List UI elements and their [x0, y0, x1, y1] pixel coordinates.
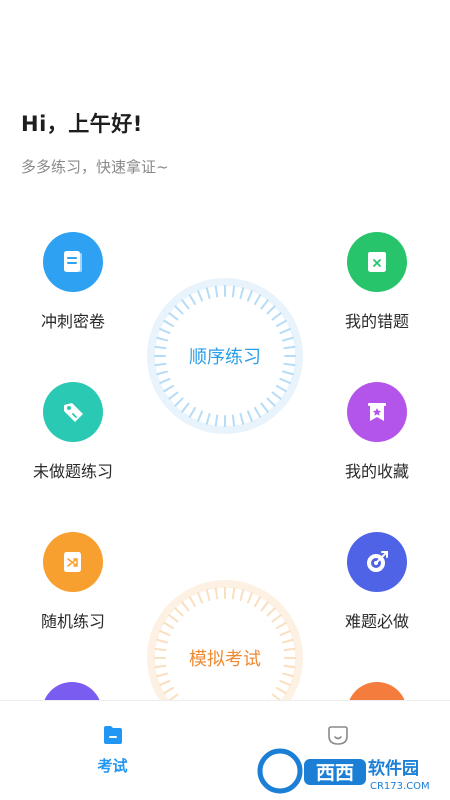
undone-practice-button[interactable]: 未做题练习: [18, 382, 128, 482]
greeting-subtitle: 多多练习，快速拿证~: [21, 158, 169, 176]
random-practice-label: 随机练习: [40, 612, 105, 631]
undone-practice-label: 未做题练习: [32, 462, 113, 481]
wrong-book-icon: [347, 232, 407, 292]
sequential-practice-label: 顺序练习: [189, 347, 261, 368]
sprint-paper-label: 冲刺密卷: [40, 312, 105, 331]
svg-text:CR173.COM: CR173.COM: [370, 781, 430, 792]
target-icon: [347, 532, 407, 592]
watermark-logo: 西西 软件园 CR173.COM: [256, 743, 450, 800]
folder-icon: [103, 726, 122, 744]
tab-exam-label: 考试: [97, 757, 128, 775]
wrong-questions-button[interactable]: 我的错题: [322, 232, 432, 332]
greeting-title: Hi，上午好!: [21, 112, 143, 136]
svg-text:西西: 西西: [316, 762, 354, 784]
svg-text:软件园: 软件园: [368, 758, 419, 779]
sequential-practice-button[interactable]: 顺序练习: [147, 278, 303, 434]
sprint-paper-button[interactable]: 冲刺密卷: [18, 232, 128, 332]
random-practice-button[interactable]: 随机练习: [18, 532, 128, 632]
shuffle-icon: [43, 532, 103, 592]
tab-exam[interactable]: 考试: [0, 701, 225, 800]
tag-icon: [43, 382, 103, 442]
favorites-button[interactable]: 我的收藏: [322, 382, 432, 482]
mock-exam-label: 模拟考试: [189, 649, 261, 670]
hard-questions-label: 难题必做: [344, 612, 409, 631]
favorites-label: 我的收藏: [344, 462, 409, 481]
hard-questions-button[interactable]: 难题必做: [322, 532, 432, 632]
wrong-questions-label: 我的错题: [344, 312, 409, 331]
bookmark-star-icon: [347, 382, 407, 442]
document-icon: [43, 232, 103, 292]
